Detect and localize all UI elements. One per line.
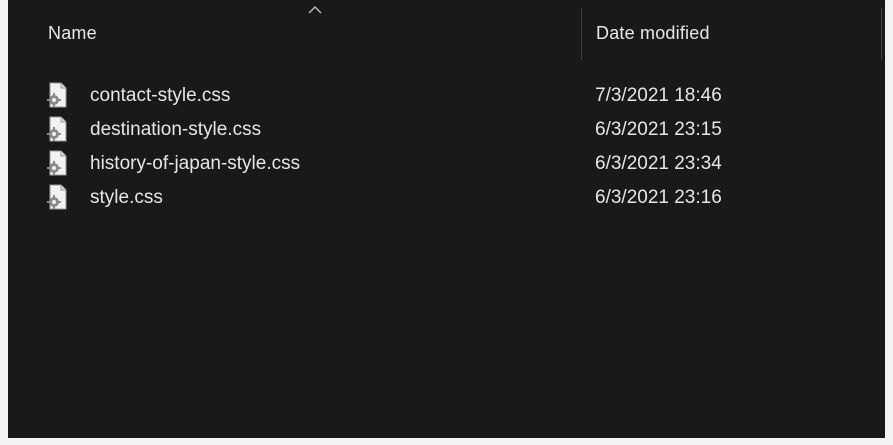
file-list: contact-style.css 7/3/2021 18:46 destina…: [8, 80, 885, 216]
column-header-bar: Name Date modified: [8, 0, 885, 62]
file-explorer-window: Name Date modified contact-style.css 7/3…: [0, 0, 893, 445]
file-row[interactable]: history-of-japan-style.css 6/3/2021 23:3…: [8, 148, 885, 182]
column-divider[interactable]: [881, 8, 882, 60]
css-file-icon: [47, 184, 67, 210]
column-header-date-modified[interactable]: Date modified: [596, 23, 710, 44]
file-row[interactable]: destination-style.css 6/3/2021 23:15: [8, 114, 885, 148]
file-row[interactable]: contact-style.css 7/3/2021 18:46: [8, 80, 885, 114]
file-name: history-of-japan-style.css: [90, 153, 301, 174]
file-date-modified: 6/3/2021 23:34: [595, 153, 722, 174]
css-file-icon: [47, 82, 67, 108]
file-name: style.css: [90, 187, 163, 208]
column-divider[interactable]: [581, 8, 582, 60]
file-row[interactable]: style.css 6/3/2021 23:16: [8, 182, 885, 216]
css-file-icon: [47, 150, 67, 176]
column-header-name[interactable]: Name: [48, 23, 97, 44]
file-name: destination-style.css: [90, 119, 262, 140]
file-date-modified: 7/3/2021 18:46: [595, 85, 722, 106]
chevron-up-icon[interactable]: [308, 6, 322, 14]
css-file-icon: [47, 116, 67, 142]
file-date-modified: 6/3/2021 23:16: [595, 187, 722, 208]
file-name: contact-style.css: [90, 85, 231, 106]
file-date-modified: 6/3/2021 23:15: [595, 119, 722, 140]
